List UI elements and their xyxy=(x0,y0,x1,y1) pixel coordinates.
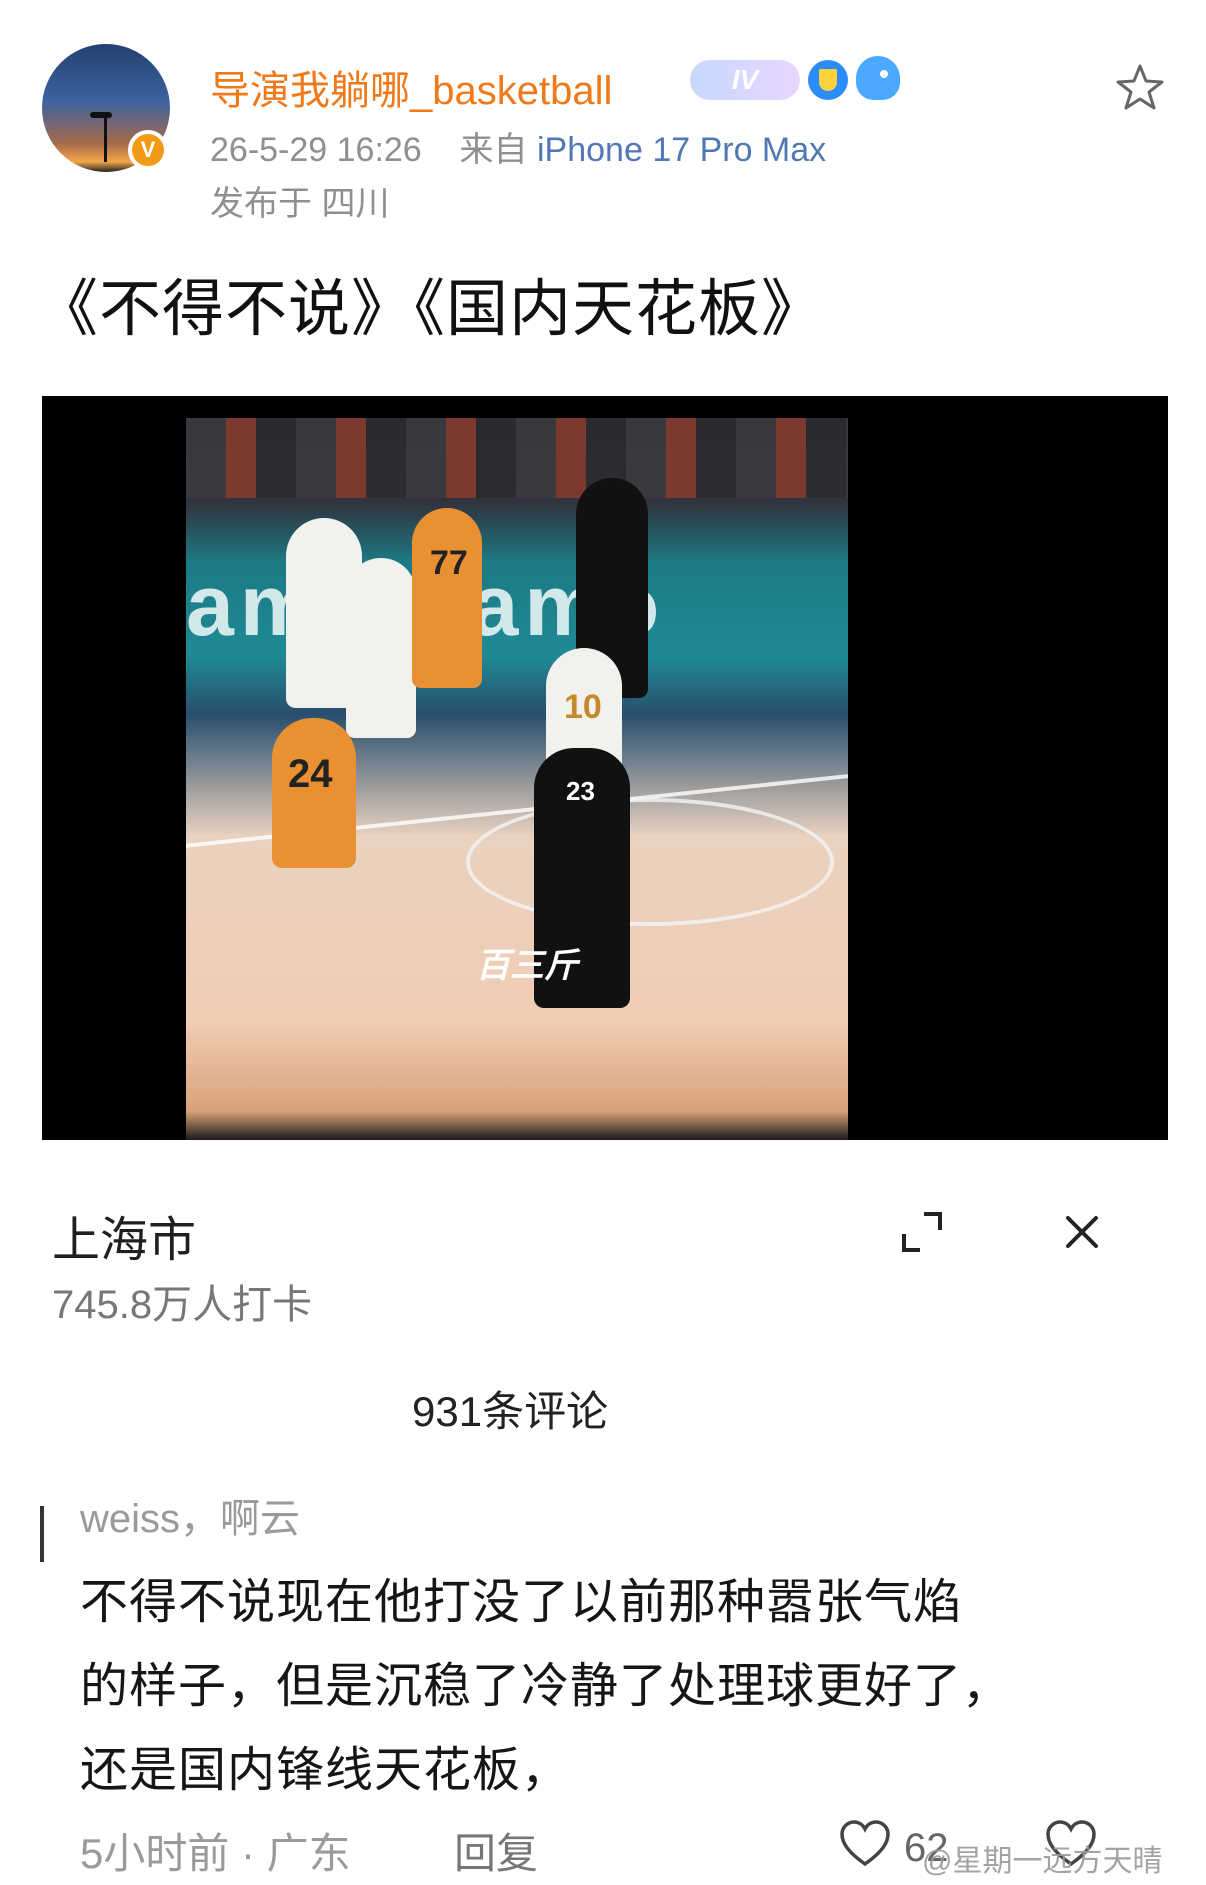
reply-button[interactable]: 回复 xyxy=(454,1820,538,1881)
video-watermark: 百三斤 xyxy=(476,947,578,985)
post-time: 26-5-29 16:26 xyxy=(210,131,422,169)
comment-text-line: 不得不说现在他打没了以前那种嚣张气焰 xyxy=(80,1576,963,1629)
basketball-court-image: amo amo 77 10 24 23 百三斤 xyxy=(186,418,848,1140)
comment-text-line: 还是国内锋线天花板， xyxy=(80,1744,571,1797)
checkin-count: 745.8万人打卡 xyxy=(52,1283,313,1327)
streetlamp-silhouette xyxy=(90,112,112,118)
device-link[interactable]: iPhone 17 Pro Max xyxy=(537,131,826,169)
jersey-number: 23 xyxy=(566,776,595,806)
jersey-number: 24 xyxy=(288,752,333,796)
avatar-edge xyxy=(40,1506,44,1562)
player-white-defender xyxy=(346,558,416,738)
court-circle xyxy=(466,798,834,926)
shield-icon[interactable] xyxy=(808,60,848,100)
expand-icon[interactable] xyxy=(900,1210,944,1254)
post-location: 发布于 四川 xyxy=(210,185,390,223)
comment-text-line: 的样子，但是沉稳了冷静了处理球更好了， xyxy=(80,1660,1012,1713)
crowd xyxy=(186,418,848,498)
verified-v-icon: V xyxy=(128,130,168,170)
jersey-number: 10 xyxy=(564,688,602,726)
shark-icon[interactable] xyxy=(856,56,900,100)
video-player[interactable]: amo amo 77 10 24 23 百三斤 xyxy=(42,396,1168,1140)
heart-icon[interactable] xyxy=(838,1818,892,1868)
level-badge[interactable]: IV xyxy=(690,60,800,100)
weibo-watermark: @星期一远方天晴 xyxy=(922,1845,1163,1878)
comment-count: 931条评论 xyxy=(412,1388,609,1435)
from-label: 来自 xyxy=(459,131,528,169)
post-meta: 26-5-29 16:26 来自 iPhone 17 Pro Max xyxy=(210,122,826,171)
player-77: 77 xyxy=(412,508,482,688)
close-icon[interactable] xyxy=(1062,1212,1102,1252)
location-title[interactable]: 上海市 xyxy=(52,1200,196,1270)
streetlamp-pole xyxy=(104,114,107,162)
comment-author[interactable]: weiss，啊云 xyxy=(80,1486,300,1544)
star-icon[interactable] xyxy=(1112,60,1168,116)
username[interactable]: 导演我躺哪_basketball xyxy=(210,58,612,116)
comment-time-location: 5小时前 · 广东 xyxy=(80,1830,351,1877)
post-text: 《不得不说》《国内天花板》 xyxy=(36,275,825,344)
player-24: 24 xyxy=(272,718,356,868)
jersey-number: 77 xyxy=(430,544,468,582)
